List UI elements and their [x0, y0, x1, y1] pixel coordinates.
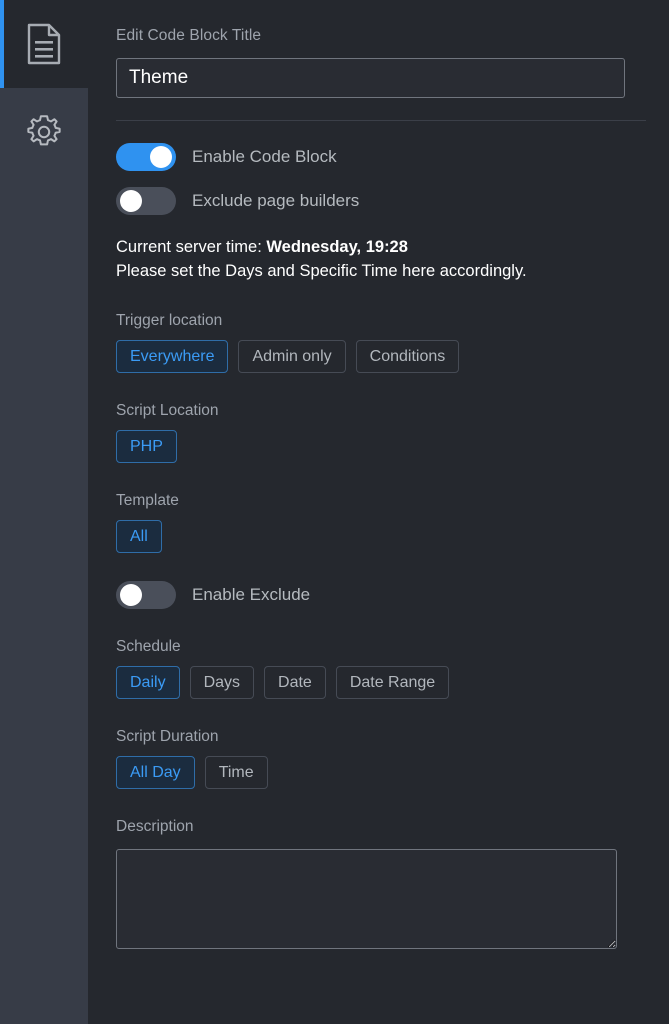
schedule-option-daily[interactable]: Daily — [116, 666, 180, 699]
script-duration-options: All Day Time — [116, 756, 641, 789]
sidebar-tab-settings[interactable] — [0, 88, 88, 176]
enable-code-block-toggle[interactable] — [116, 143, 176, 171]
server-time-line: Current server time: Wednesday, 19:28 — [116, 235, 641, 259]
sidebar-rail — [0, 0, 88, 1024]
sidebar-panel-background — [0, 88, 88, 1024]
enable-exclude-row: Enable Exclude — [116, 581, 641, 609]
description-group: Description — [116, 817, 641, 949]
schedule-group: Schedule Daily Days Date Date Range — [116, 637, 641, 699]
trigger-location-label: Trigger location — [116, 312, 223, 329]
script-location-options: PHP — [116, 430, 641, 463]
server-time-block: Current server time: Wednesday, 19:28 Pl… — [116, 235, 641, 283]
toggle-knob — [120, 190, 142, 212]
server-time-hint: Please set the Days and Specific Time he… — [116, 262, 527, 280]
exclude-page-builders-row: Exclude page builders — [116, 187, 641, 215]
schedule-option-days[interactable]: Days — [189, 666, 255, 699]
sidebar-tab-document[interactable] — [0, 0, 88, 88]
enable-code-block-row: Enable Code Block — [116, 143, 641, 171]
enable-exclude-label: Enable Exclude — [192, 585, 311, 604]
exclude-page-builders-toggle[interactable] — [116, 187, 176, 215]
toggle-knob — [120, 584, 142, 606]
toggle-knob — [150, 146, 172, 168]
document-icon — [26, 23, 62, 65]
trigger-location-option-everywhere[interactable]: Everywhere — [116, 340, 229, 373]
trigger-location-option-admin-only[interactable]: Admin only — [238, 340, 346, 373]
enable-code-block-label: Enable Code Block — [192, 147, 337, 166]
script-location-label: Script Location — [116, 402, 219, 419]
script-duration-option-all-day[interactable]: All Day — [116, 756, 195, 789]
trigger-location-options: Everywhere Admin only Conditions — [116, 340, 641, 373]
template-label: Template — [116, 492, 179, 509]
template-options: All — [116, 520, 641, 553]
schedule-options: Daily Days Date Date Range — [116, 666, 641, 699]
schedule-option-date[interactable]: Date — [264, 666, 326, 699]
description-label: Description — [116, 818, 194, 835]
enable-exclude-toggle[interactable] — [116, 581, 176, 609]
schedule-label: Schedule — [116, 638, 181, 655]
schedule-option-date-range[interactable]: Date Range — [335, 666, 450, 699]
section-divider — [116, 120, 646, 121]
title-field-label: Edit Code Block Title — [116, 27, 262, 44]
settings-body: Enable Code Block Exclude page builders … — [88, 143, 669, 949]
trigger-location-option-conditions[interactable]: Conditions — [355, 340, 460, 373]
script-duration-label: Script Duration — [116, 728, 219, 745]
script-location-option-php[interactable]: PHP — [116, 430, 177, 463]
server-time-prefix: Current server time: — [116, 238, 267, 256]
title-field-group: Edit Code Block Title — [88, 0, 669, 98]
template-option-all[interactable]: All — [116, 520, 162, 553]
gear-icon — [24, 112, 64, 152]
settings-panel: Edit Code Block Title Enable Code Block … — [0, 0, 669, 1024]
script-location-group: Script Location PHP — [116, 401, 641, 463]
description-textarea[interactable] — [116, 849, 617, 949]
code-block-title-input[interactable] — [116, 58, 625, 98]
server-time-value: Wednesday, 19:28 — [266, 238, 408, 256]
active-tab-accent-stripe — [0, 0, 4, 88]
settings-content: Edit Code Block Title Enable Code Block … — [88, 0, 669, 1024]
script-duration-option-time[interactable]: Time — [204, 756, 268, 789]
template-group: Template All — [116, 491, 641, 553]
exclude-page-builders-label: Exclude page builders — [192, 191, 360, 210]
script-duration-group: Script Duration All Day Time — [116, 727, 641, 789]
trigger-location-group: Trigger location Everywhere Admin only C… — [116, 311, 641, 373]
